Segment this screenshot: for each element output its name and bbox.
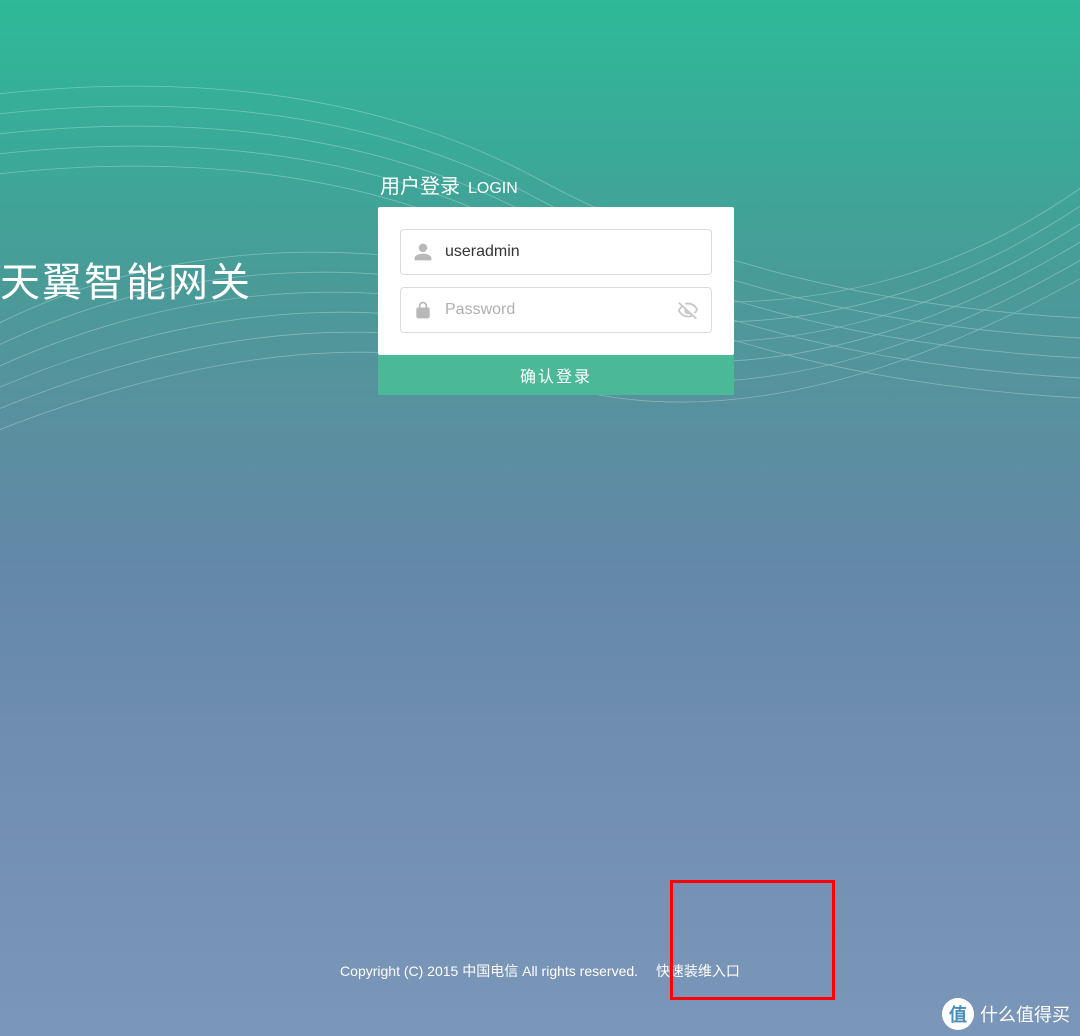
user-icon [413, 242, 433, 262]
username-field-wrapper [400, 229, 712, 275]
login-panel: 用户登录 LOGIN 确认登录 [378, 170, 734, 395]
annotation-highlight-box [670, 880, 835, 1000]
watermark-label: 什么值得买 [980, 1001, 1070, 1027]
brand-title: 天翼智能网关 [0, 250, 252, 308]
copyright-text: Copyright (C) 2015 中国电信 All rights reser… [340, 963, 638, 979]
lock-icon [413, 300, 433, 320]
visibility-off-icon[interactable] [677, 299, 699, 321]
password-field-wrapper [400, 287, 712, 333]
login-header-main: 用户登录 [380, 170, 460, 199]
quick-maintenance-link[interactable]: 快速装维入口 [656, 961, 740, 981]
watermark-icon: 值 [942, 998, 974, 1030]
watermark: 值 什么值得买 [942, 998, 1070, 1030]
login-header-sub: LOGIN [468, 180, 518, 198]
login-form [378, 207, 734, 355]
footer: Copyright (C) 2015 中国电信 All rights reser… [0, 961, 1080, 981]
password-input[interactable] [433, 301, 677, 319]
username-input[interactable] [433, 243, 699, 261]
login-submit-button[interactable]: 确认登录 [378, 355, 734, 395]
login-header: 用户登录 LOGIN [378, 170, 734, 199]
